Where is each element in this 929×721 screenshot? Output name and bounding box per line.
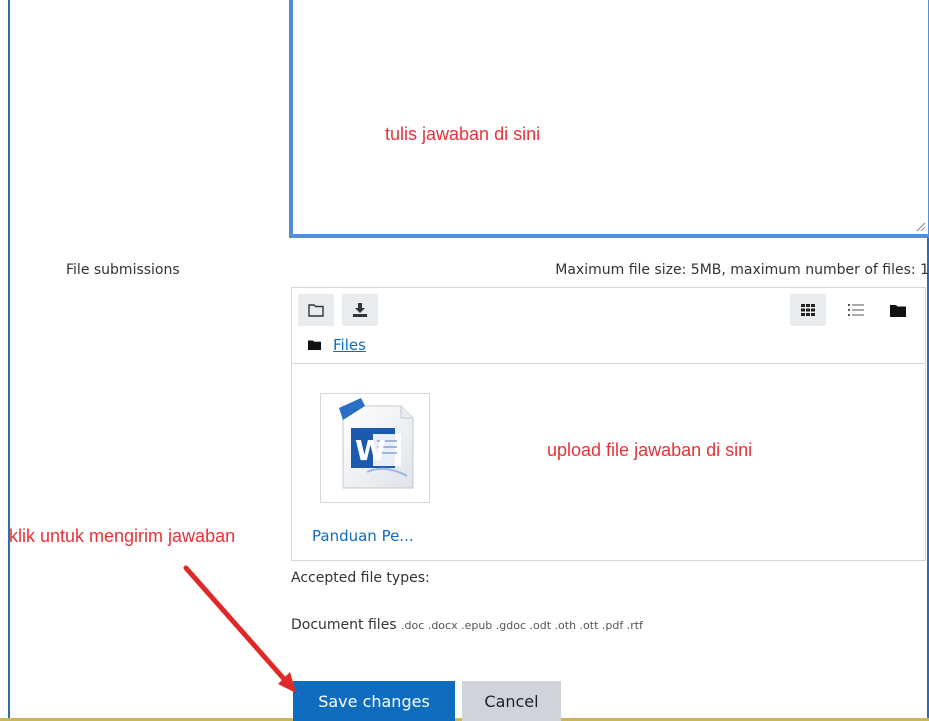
view-grid-button[interactable] — [790, 294, 826, 326]
file-manager-toolbar: Files — [292, 288, 925, 364]
save-changes-button[interactable]: Save changes — [293, 681, 455, 721]
file-submissions-label: File submissions — [66, 262, 180, 278]
folder-solid-icon — [308, 340, 321, 350]
file-extensions: .doc .docx .epub .gdoc .odt .oth .ott .p… — [401, 619, 643, 632]
file-group-label: Document files — [291, 617, 397, 633]
view-tree-button[interactable] — [880, 294, 916, 326]
accepted-file-types-list: Document files .doc .docx .epub .gdoc .o… — [291, 617, 643, 633]
word-document-icon: W — [339, 398, 414, 489]
max-file-info: Maximum file size: 5MB, maximum number o… — [555, 262, 929, 278]
page-frame-left-border — [8, 0, 10, 721]
list-view-icon — [848, 304, 864, 316]
file-manager: Files W Panduan Pe... — [291, 287, 926, 561]
accepted-file-types-label: Accepted file types: — [291, 570, 430, 586]
folder-icon — [308, 304, 324, 317]
grid-view-icon — [801, 304, 815, 316]
create-folder-button[interactable] — [298, 294, 334, 326]
folder-solid-icon — [890, 304, 906, 317]
breadcrumb: Files — [308, 336, 366, 354]
annotation-write-answer: tulis jawaban di sini — [385, 124, 541, 144]
answer-text-editor[interactable] — [289, 0, 929, 238]
file-name-link[interactable]: Panduan Pe... — [312, 527, 414, 545]
annotation-click-to-send: klik untuk mengirim jawaban — [9, 526, 236, 546]
file-thumbnail[interactable]: W — [320, 393, 430, 503]
annotation-upload-file: upload file jawaban di sini — [547, 440, 753, 460]
svg-text:W: W — [355, 434, 386, 467]
download-icon — [353, 303, 367, 317]
breadcrumb-files-link[interactable]: Files — [333, 336, 366, 354]
view-list-button[interactable] — [838, 294, 874, 326]
resize-handle-icon[interactable] — [916, 222, 926, 232]
download-all-button[interactable] — [342, 294, 378, 326]
cancel-button[interactable]: Cancel — [462, 681, 561, 721]
